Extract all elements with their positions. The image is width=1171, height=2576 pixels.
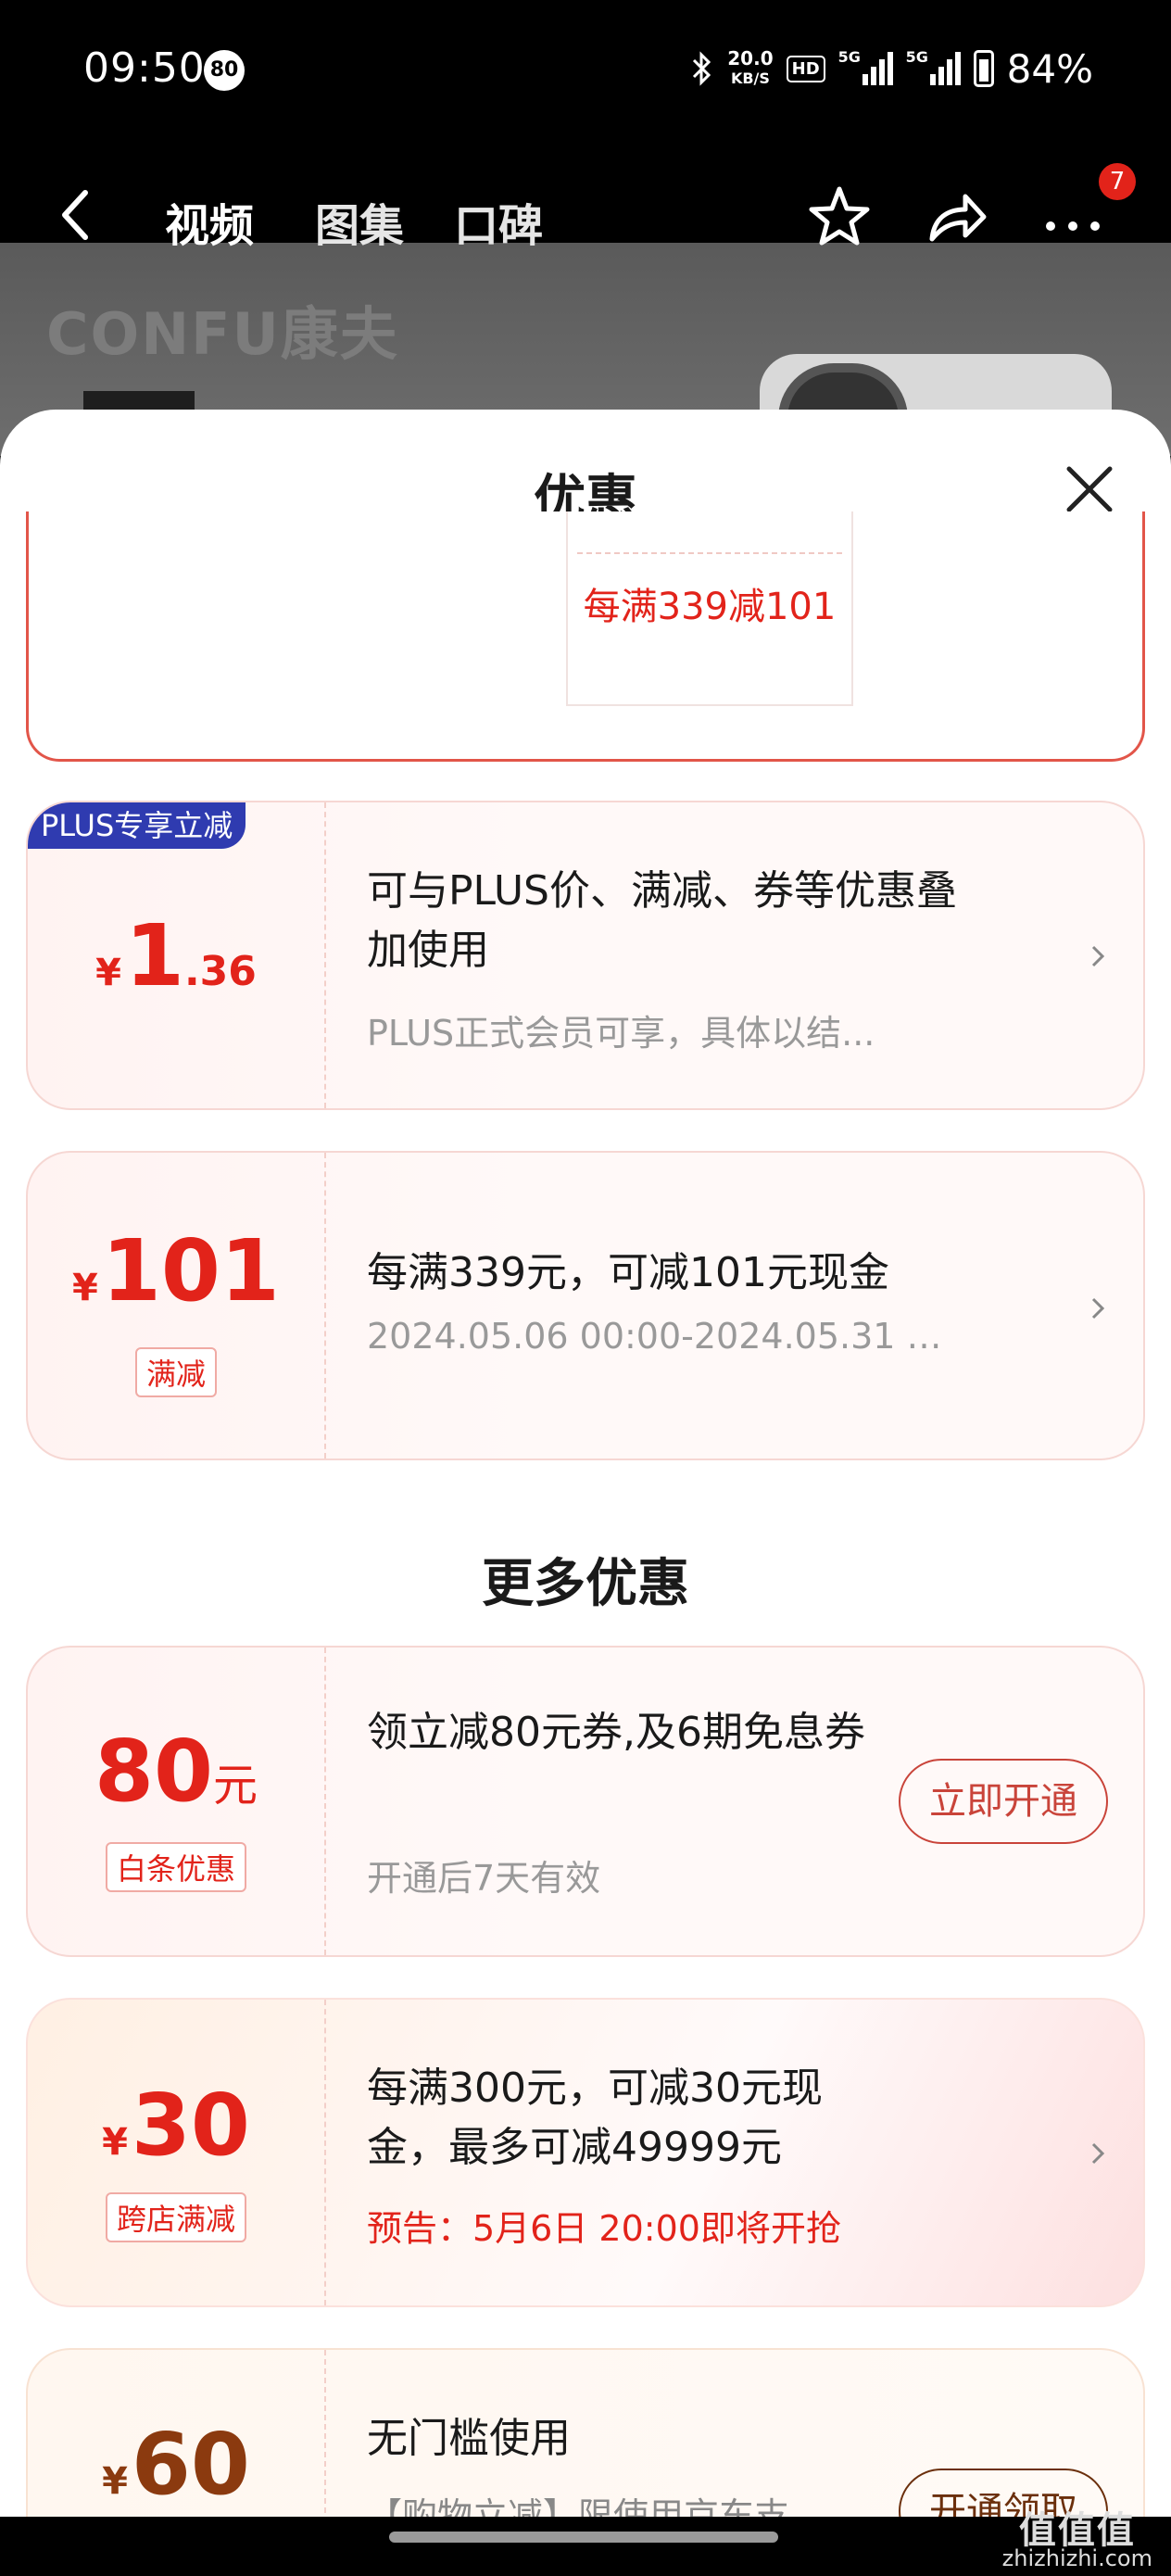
amount-unit: 元: [213, 1760, 258, 1812]
chevron-right-icon: [1091, 945, 1105, 967]
product-nav-bar: 视频 图集 口碑: [0, 167, 1171, 259]
offer-title: 每满300元，可减30元现金，最多可减49999元: [367, 2065, 823, 2171]
offer-title: 可与PLUS价、满减、券等优惠叠加使用: [367, 867, 957, 974]
offers-sheet: 优惠 每满339减101 PLUS专享立减 ¥1.36 可与PLUS价、满减、券…: [0, 410, 1171, 2576]
tab-video[interactable]: 视频: [165, 189, 254, 254]
signal-strength-icon: 5G: [838, 48, 893, 85]
plus-exclusive-tag: PLUS专享立减: [28, 802, 246, 849]
status-bar: 09:50 80 20.0 KB/S HD 5G 5G 84%: [0, 0, 1171, 139]
watermark-url: zhizhizhi.com: [1001, 2545, 1152, 2571]
threshold-coupon: 每满339减101: [566, 511, 853, 706]
amount-integer: 80: [94, 1722, 213, 1821]
watermark-logo: 值值值: [1018, 2509, 1136, 2552]
baitiao-amount: 80元: [28, 1722, 324, 1821]
star-favorite-icon[interactable]: [804, 182, 875, 252]
amount-integer: 101: [101, 1221, 280, 1320]
full-reduction-tag: 满减: [28, 1347, 324, 1397]
full-reduction-card[interactable]: ¥101 满减 每满339元，可减101元现金 2024.05.06 00:00…: [26, 1151, 1145, 1460]
bluetooth-icon: [693, 51, 711, 86]
close-icon[interactable]: [1062, 461, 1117, 517]
watermark: 值值值 zhizhizhi.com: [1001, 2509, 1152, 2572]
signal-label-2: 5G: [905, 48, 928, 66]
amount-integer: 30: [131, 2076, 250, 2175]
cross-store-tag: 跨店满减: [28, 2192, 324, 2242]
plus-discount-amount: ¥1.36: [28, 906, 324, 1005]
baitiao-offer-card[interactable]: 80元 白条优惠 领立减80元券,及6期免息券 开通后7天有效 立即开通: [26, 1646, 1145, 1957]
share-icon[interactable]: [921, 182, 991, 252]
amount-decimal: .36: [183, 948, 257, 995]
tag-label: 白条优惠: [105, 1842, 246, 1892]
offer-subtitle: PLUS正式会员可享，具体以结...: [367, 1013, 875, 1054]
discount-summary-card: 每满339减101: [26, 511, 1145, 762]
offer-validity: 2024.05.06 00:00-2024.05.31 2...: [367, 1316, 960, 1357]
threshold-coupon-text: 每满339减101: [583, 586, 837, 628]
offer-preview-notice: 预告：5月6日 20:00即将开抢: [367, 2208, 841, 2249]
tag-label: 跨店满减: [105, 2192, 246, 2242]
hd-voice-icon: HD: [786, 55, 825, 82]
chevron-right-icon: [1091, 2142, 1105, 2165]
activate-now-button[interactable]: 立即开通: [899, 1759, 1108, 1844]
signal-label: 5G: [837, 48, 861, 66]
more-offers-title: 更多优惠: [482, 1554, 689, 1614]
plus-discount-card[interactable]: PLUS专享立减 ¥1.36 可与PLUS价、满减、券等优惠叠加使用 PLUS正…: [26, 801, 1145, 1110]
back-arrow-icon[interactable]: [57, 187, 94, 243]
message-count-badge: 7: [1099, 163, 1136, 200]
currency-symbol: ¥: [102, 2460, 128, 2503]
network-speed: 20.0 KB/S: [727, 48, 773, 89]
network-speed-unit: KB/S: [730, 69, 770, 87]
more-options-icon[interactable]: [1038, 182, 1108, 252]
network-speed-value: 20.0: [727, 47, 774, 69]
status-indicators: 20.0 KB/S HD 5G 5G 84%: [690, 44, 1093, 93]
currency-symbol: ¥: [72, 1267, 98, 1309]
status-time: 09:50: [83, 44, 206, 92]
no-threshold-amount: ¥60: [28, 2415, 324, 2514]
cross-store-amount: ¥30: [28, 2076, 324, 2175]
home-indicator[interactable]: [389, 2532, 778, 2543]
offer-title: 领立减80元券,及6期免息券: [367, 1709, 865, 1756]
offer-title: 无门槛使用: [367, 2415, 571, 2462]
battery-percent: 84%: [1006, 45, 1093, 92]
currency-symbol: ¥: [95, 952, 121, 994]
offer-title: 每满339元，可减101元现金: [367, 1249, 889, 1296]
amount-integer: 60: [131, 2415, 250, 2514]
chevron-right-icon: [1091, 1297, 1105, 1320]
tag-label: 满减: [134, 1347, 217, 1397]
amount-integer: 1: [124, 906, 184, 1005]
tab-gallery[interactable]: 图集: [315, 189, 404, 254]
full-reduction-amount: ¥101: [28, 1221, 324, 1320]
currency-symbol: ¥: [102, 2121, 128, 2164]
offer-subtitle: 开通后7天有效: [367, 1858, 601, 1899]
signal-strength-icon-2: 5G: [906, 48, 961, 85]
brand-logo: CONFU康夫: [46, 300, 399, 368]
tab-reviews[interactable]: 口碑: [454, 189, 543, 254]
notification-count-badge: 80: [204, 50, 245, 91]
cross-store-reduction-card[interactable]: ¥30 跨店满减 每满300元，可减30元现金，最多可减49999元 预告：5月…: [26, 1998, 1145, 2307]
baitiao-tag: 白条优惠: [28, 1842, 324, 1892]
battery-icon: [973, 50, 994, 87]
navigation-bar: [0, 2517, 1171, 2576]
